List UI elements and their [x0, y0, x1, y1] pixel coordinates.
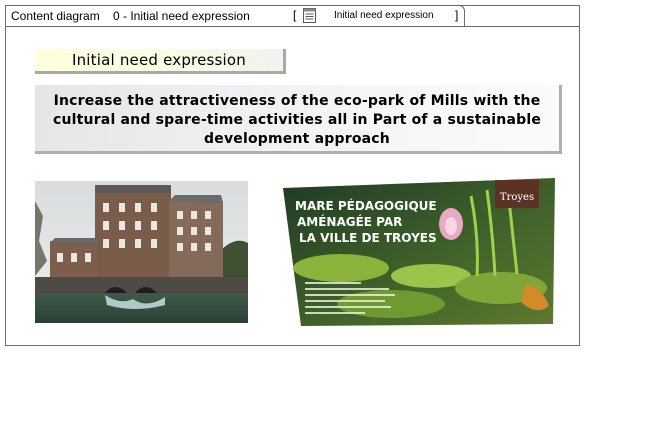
- statement-box[interactable]: Increase the attractiveness of the eco-p…: [35, 85, 562, 154]
- sign-logo: Troyes: [500, 192, 534, 203]
- bracket-close: ]: [455, 8, 459, 22]
- bracket-open: [: [293, 8, 297, 22]
- need-statement: Increase the attractiveness of the eco-p…: [52, 93, 542, 147]
- diagram-name-label: 0 - Initial need expression: [113, 9, 250, 23]
- sign-line-1: MARE PÉDAGOGIQUE: [295, 198, 437, 213]
- sign-line-2: AMÉNAGÉE PAR: [297, 214, 402, 229]
- diagram-type-label: Content diagram: [11, 9, 100, 23]
- diagram-title: Initial need expression: [71, 51, 247, 69]
- title-box[interactable]: Initial need expression: [35, 49, 286, 74]
- tab-divider: [5, 26, 580, 27]
- linked-diagram-link[interactable]: Initial need expression: [334, 10, 434, 21]
- document-icon[interactable]: [302, 8, 317, 23]
- sign-line-3: LA VILLE DE TROYES: [299, 231, 437, 245]
- mill-building-photo: [35, 181, 248, 323]
- pond-sign-photo: Troyes MARE PÉDAGOGIQUE AMÉNAGÉE PAR LA …: [283, 178, 555, 326]
